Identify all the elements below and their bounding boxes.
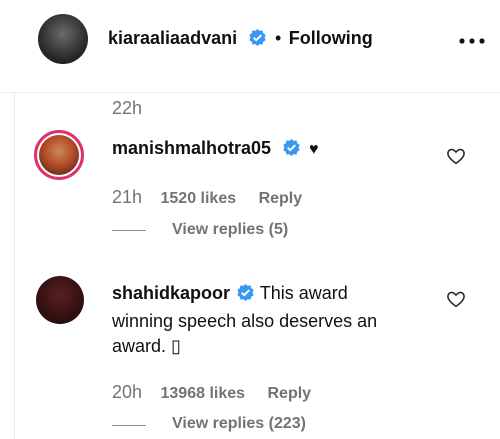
post-header: kiaraaliaadvani • Following	[108, 28, 373, 52]
following-button[interactable]: Following	[289, 28, 373, 48]
verified-badge-icon	[248, 28, 267, 52]
comment-text-line: winning speech also deserves an	[112, 311, 378, 331]
header-separator: •	[275, 28, 282, 48]
comment-timestamp: 20h	[112, 382, 143, 402]
post-author-avatar[interactable]	[38, 14, 88, 64]
header-divider	[0, 92, 500, 93]
comment-username[interactable]: shahidkapoor	[112, 283, 230, 303]
heart-emoji: ♥	[308, 141, 319, 158]
comment-timestamp: 21h	[112, 187, 143, 207]
comment-meta: 20h 13968 likes Reply	[112, 382, 311, 403]
comment-username[interactable]: manishmalhotra05	[112, 138, 271, 158]
comment-body: shahidkapoor This award winning speech a…	[112, 281, 442, 359]
verified-badge-icon	[282, 138, 301, 162]
comment-avatar[interactable]	[36, 276, 84, 324]
view-replies-link[interactable]: View replies (223)	[172, 415, 306, 433]
verified-badge-icon	[236, 283, 255, 309]
comment-text: This award	[259, 283, 348, 303]
view-replies-link[interactable]: View replies (5)	[172, 221, 288, 239]
more-options-icon[interactable]	[458, 33, 486, 44]
panel-border	[14, 92, 15, 439]
replies-divider	[112, 425, 146, 426]
reply-button[interactable]: Reply	[259, 190, 303, 207]
reply-button[interactable]: Reply	[267, 385, 311, 402]
comment-text-line: award. ▯	[112, 336, 181, 356]
like-comment-icon[interactable]	[446, 147, 466, 165]
comment-likes[interactable]: 13968 likes	[161, 385, 246, 402]
caption-timestamp: 22h	[112, 98, 143, 118]
post-author-username[interactable]: kiaraaliaadvani	[108, 28, 237, 48]
comment-meta: 21h 1520 likes Reply	[112, 187, 302, 208]
comment-avatar[interactable]	[34, 130, 84, 180]
replies-divider	[112, 230, 146, 231]
comment-likes[interactable]: 1520 likes	[161, 190, 237, 207]
comment-header: manishmalhotra05 ♥	[112, 138, 318, 162]
like-comment-icon[interactable]	[446, 290, 466, 308]
